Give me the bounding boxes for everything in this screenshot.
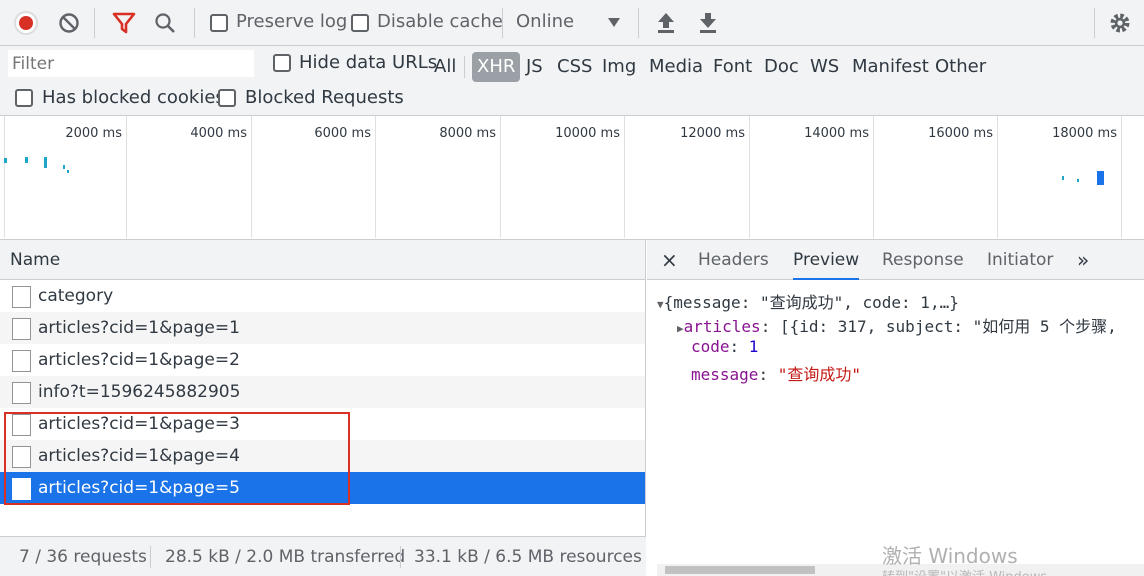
overview-request-mark	[4, 158, 7, 163]
request-name: category	[38, 286, 114, 306]
resources-size: 33.1 kB / 6.5 MB resources	[414, 547, 642, 567]
overview-tick-label: 18000 ms	[1052, 126, 1117, 141]
overview-tick-label: 2000 ms	[65, 126, 122, 141]
clear-icon[interactable]	[58, 12, 80, 34]
throttling-select[interactable]: Online	[516, 8, 624, 38]
search-icon[interactable]	[154, 12, 176, 34]
overview-gridline	[624, 116, 625, 238]
type-filter-doc[interactable]: Doc	[764, 52, 799, 82]
expand-triangle-icon: ▼	[657, 298, 664, 311]
overview-request-mark	[25, 157, 28, 163]
json-message-line: message: "查询成功"	[691, 365, 861, 384]
blocked-requests-label: Blocked Requests	[245, 87, 404, 108]
record-icon	[19, 16, 33, 30]
network-overview-timeline[interactable]: 2000 ms 4000 ms 6000 ms 8000 ms 10000 ms…	[0, 116, 1144, 240]
type-filter-xhr[interactable]: XHR	[472, 52, 521, 82]
request-row[interactable]: info?t=1596245882905	[0, 376, 645, 408]
type-filter-other[interactable]: Other	[935, 52, 986, 82]
overview-request-mark	[67, 170, 69, 173]
json-root-line[interactable]: ▼{message: "查询成功", code: 1,…}	[657, 289, 959, 313]
network-status-bar: 7 / 36 requests 28.5 kB / 2.0 MB transfe…	[0, 536, 646, 576]
close-icon[interactable]: ×	[661, 240, 678, 280]
request-name: articles?cid=1&page=2	[38, 350, 240, 370]
import-har-icon[interactable]	[656, 12, 676, 34]
collapse-triangle-icon: ▶	[677, 322, 684, 335]
overview-gridline	[749, 116, 750, 238]
overview-tick-label: 6000 ms	[314, 126, 371, 141]
overview-request-mark	[44, 157, 47, 168]
disable-cache-label: Disable cache	[377, 11, 503, 32]
request-detail-panel: × Headers Preview Response Initiator » ▼…	[647, 240, 1144, 576]
file-icon	[12, 382, 31, 404]
overview-gridline	[997, 116, 998, 238]
has-blocked-cookies-label: Has blocked cookies	[42, 87, 225, 108]
request-count: 7 / 36 requests	[19, 547, 147, 567]
file-icon	[12, 318, 31, 340]
windows-activation-subtext: 转到"设置"以激活 Windows。	[882, 566, 1060, 576]
hide-data-urls-label: Hide data URLs	[299, 52, 438, 73]
detail-tabs: × Headers Preview Response Initiator »	[647, 240, 1144, 280]
settings-gear-icon[interactable]	[1108, 11, 1132, 35]
overview-tick-label: 4000 ms	[190, 126, 247, 141]
network-toolbar: Preserve log Disable cache Online	[0, 0, 1144, 46]
request-row[interactable]: category	[0, 280, 645, 312]
overview-gridline	[126, 116, 127, 238]
scrollbar-thumb[interactable]	[665, 566, 815, 574]
file-icon	[12, 286, 31, 308]
tab-headers[interactable]: Headers	[698, 240, 769, 280]
type-filter-ws[interactable]: WS	[810, 52, 839, 82]
annotation-highlight-box	[4, 412, 350, 505]
overview-tick-label: 12000 ms	[680, 126, 745, 141]
overview-request-mark	[1077, 179, 1079, 182]
file-icon	[12, 350, 31, 372]
overview-gridline	[1121, 116, 1122, 238]
disable-cache-checkbox[interactable]	[351, 14, 369, 32]
overview-request-mark	[1062, 176, 1064, 180]
preserve-log-label: Preserve log	[236, 11, 348, 32]
overview-request-mark	[63, 165, 65, 169]
overview-tick-label: 8000 ms	[439, 126, 496, 141]
overview-gridline	[500, 116, 501, 238]
preserve-log-checkbox[interactable]	[210, 14, 228, 32]
has-blocked-cookies-checkbox[interactable]	[15, 89, 33, 107]
type-filter-js[interactable]: JS	[526, 52, 543, 82]
overview-tick-label: 10000 ms	[555, 126, 620, 141]
overview-gridline	[4, 116, 5, 238]
request-name: articles?cid=1&page=1	[38, 318, 240, 338]
tab-initiator[interactable]: Initiator	[987, 240, 1053, 280]
json-code-line: code: 1	[691, 337, 759, 356]
type-filter-manifest[interactable]: Manifest	[852, 52, 929, 82]
type-filter-media[interactable]: Media	[649, 52, 703, 82]
type-filter-img[interactable]: Img	[602, 52, 636, 82]
transferred-size: 28.5 kB / 2.0 MB transferred	[165, 547, 406, 567]
overview-request-mark	[1097, 171, 1104, 185]
tab-response[interactable]: Response	[882, 240, 964, 280]
hide-data-urls-checkbox[interactable]	[273, 54, 291, 72]
dropdown-arrow-icon	[608, 18, 620, 27]
blocked-requests-checkbox[interactable]	[218, 89, 236, 107]
name-column-header[interactable]: Name	[0, 240, 645, 280]
filter-icon[interactable]	[112, 12, 136, 34]
overview-gridline	[375, 116, 376, 238]
export-har-icon[interactable]	[698, 12, 718, 34]
request-row[interactable]: articles?cid=1&page=1	[0, 312, 645, 344]
type-filter-css[interactable]: CSS	[557, 52, 592, 82]
windows-activation-watermark: 激活 Windows	[882, 544, 1018, 568]
overview-tick-label: 16000 ms	[928, 126, 993, 141]
more-tabs-icon[interactable]: »	[1077, 240, 1089, 280]
overview-gridline	[251, 116, 252, 238]
type-filter-all[interactable]: All	[434, 52, 456, 82]
overview-gridline	[873, 116, 874, 238]
request-row[interactable]: articles?cid=1&page=2	[0, 344, 645, 376]
type-filter-font[interactable]: Font	[713, 52, 752, 82]
tab-preview[interactable]: Preview	[793, 240, 860, 280]
filter-input[interactable]	[8, 50, 254, 77]
overview-tick-label: 14000 ms	[804, 126, 869, 141]
record-button[interactable]	[14, 11, 38, 35]
throttling-value: Online	[516, 11, 575, 32]
json-articles-line[interactable]: ▶articles: [{id: 317, subject: "如何用 5 个步…	[677, 313, 1117, 337]
request-name: info?t=1596245882905	[38, 382, 241, 402]
